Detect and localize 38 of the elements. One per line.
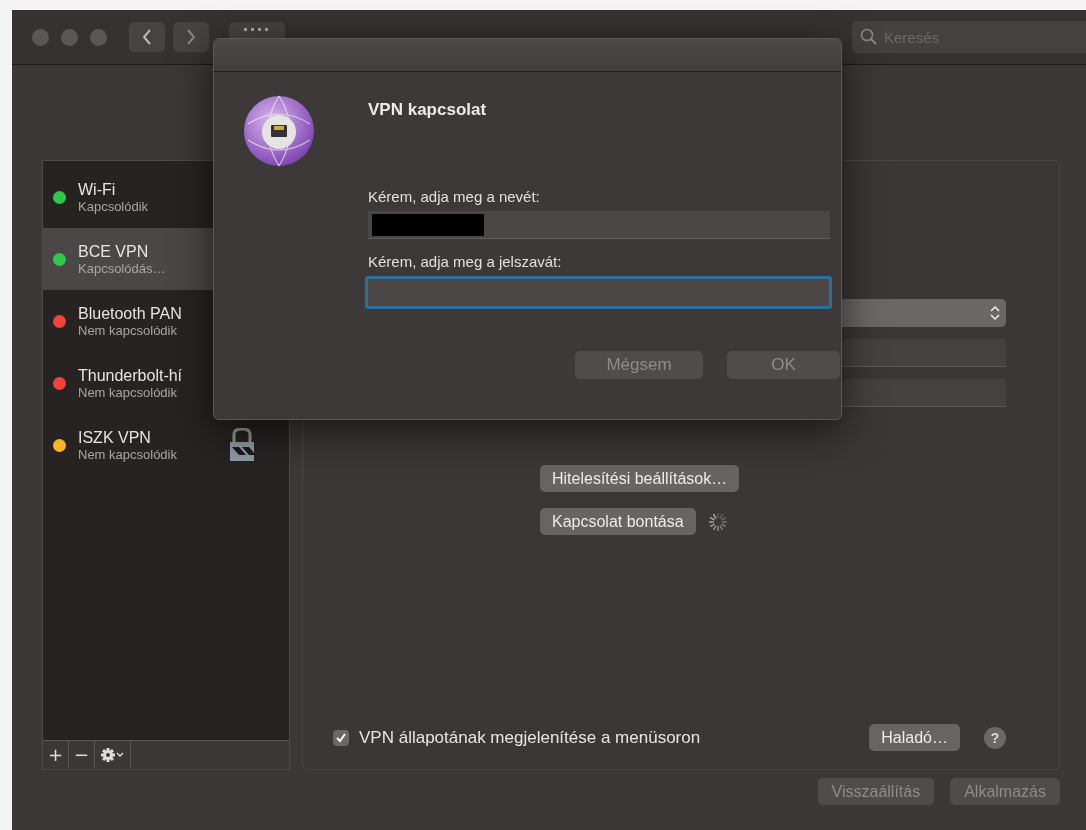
service-item[interactable]: Bluetooth PAN Nem kapcsolódik <box>43 290 289 352</box>
service-item[interactable]: Wi-Fi Kapcsolódik <box>43 166 289 228</box>
service-status: Nem kapcsolódik <box>78 446 177 462</box>
service-name: Bluetooth PAN <box>78 304 182 323</box>
name-label: Kérem, adja meg a nevét: <box>368 188 541 205</box>
chevron-left-icon <box>141 28 153 46</box>
minimize-button[interactable] <box>61 28 78 46</box>
service-name: Thunderbolt-hí <box>78 366 183 385</box>
service-item[interactable]: Thunderbolt-hí Nem kapcsolódik <box>43 352 289 414</box>
advanced-button[interactable]: Haladó… <box>869 724 960 751</box>
chevron-right-icon <box>185 28 197 46</box>
service-name: Wi-Fi <box>78 180 117 199</box>
zoom-button[interactable] <box>90 28 107 46</box>
dialog-title: VPN kapcsolat <box>368 100 488 120</box>
forward-button[interactable] <box>173 22 209 52</box>
service-status: Kapcsolódik <box>78 198 149 214</box>
back-button[interactable] <box>129 22 165 52</box>
disconnect-button[interactable]: Kapcsolat bontása <box>540 508 696 535</box>
service-status: Kapcsolódás… <box>78 260 166 276</box>
password-label: Kérem, adja meg a jelszavát: <box>368 253 563 270</box>
name-field[interactable] <box>368 211 830 239</box>
service-status: Nem kapcsolódik <box>78 384 178 400</box>
service-item[interactable]: ISZK VPN Nem kapcsolódik <box>43 414 289 476</box>
service-status: Nem kapcsolódik <box>78 322 178 338</box>
authentication-settings-button[interactable]: Hitelesítési beállítások… <box>540 465 740 492</box>
updown-arrows-icon <box>990 305 1000 321</box>
help-button[interactable]: ? <box>984 726 1006 749</box>
dots-icon <box>244 28 270 32</box>
close-button[interactable] <box>32 28 49 46</box>
gear-icon <box>99 746 126 763</box>
toolbar-button[interactable]: − <box>69 741 95 768</box>
checkbox[interactable] <box>333 729 349 746</box>
checkbox-label: VPN állapotának megjelenítése a menüsoron <box>359 727 701 748</box>
search-icon <box>860 28 878 46</box>
service-name: BCE VPN <box>78 242 150 261</box>
password-field[interactable] <box>365 276 832 309</box>
toolbar-button[interactable]: + <box>43 741 69 768</box>
service-name: ISZK VPN <box>78 428 152 447</box>
